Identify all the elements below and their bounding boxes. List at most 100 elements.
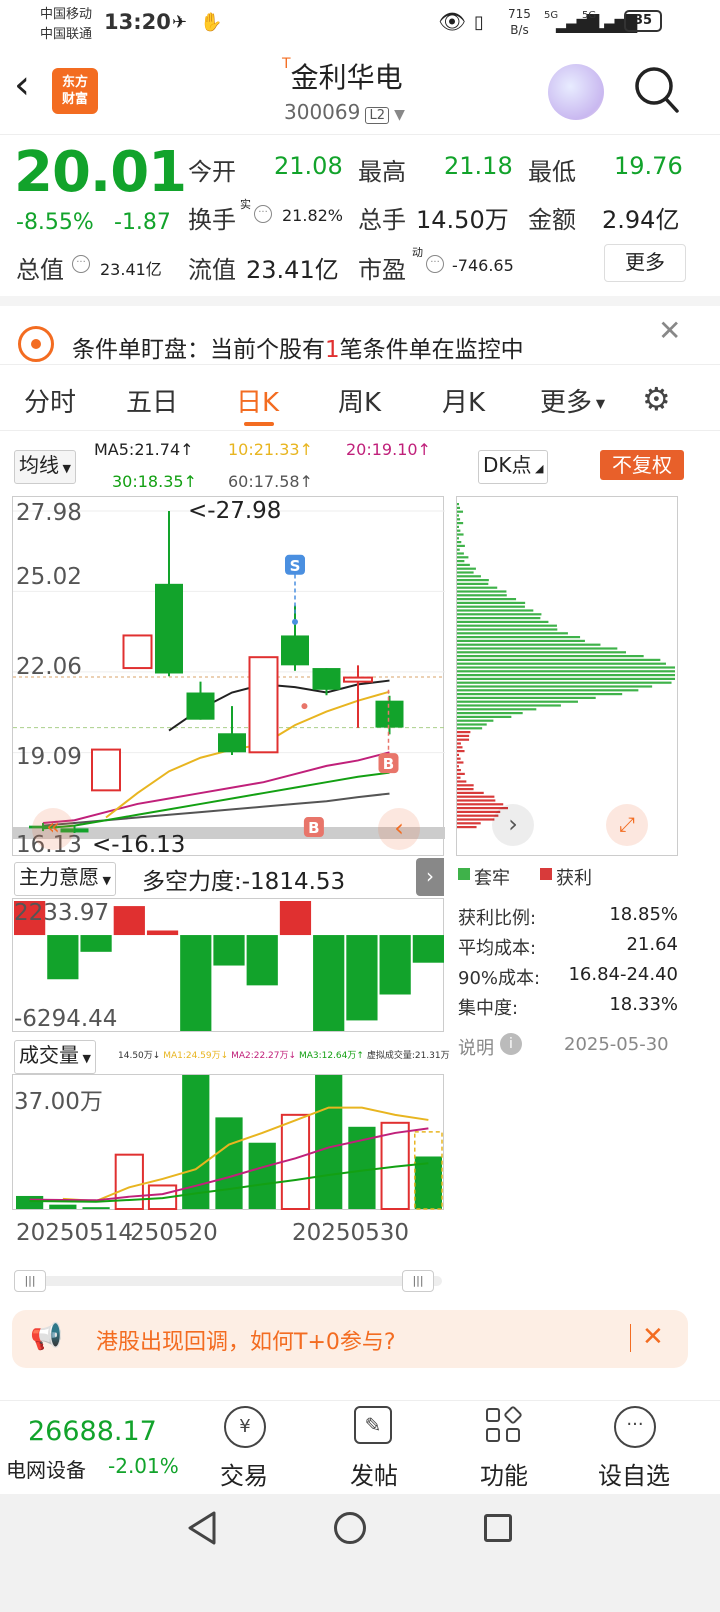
volume-label: 总手 [358, 206, 406, 234]
no-adjust-button[interactable]: 不复权 [600, 450, 684, 480]
expand-icon[interactable]: ⤢ [606, 804, 648, 846]
scroll-left-icon[interactable]: « [32, 808, 74, 850]
profit-ratio-label: 获利比例: [458, 908, 537, 929]
chip-bar [457, 571, 474, 574]
trade-marker-label: B [383, 755, 394, 773]
main-force-bar [213, 935, 245, 966]
post-icon[interactable]: ✎ [354, 1406, 392, 1444]
ma20-label: 20:19.10↑ [346, 440, 431, 459]
tab-monthly-k[interactable]: 月K [442, 382, 485, 419]
trade-icon[interactable]: ¥ [224, 1406, 266, 1448]
ad-divider [630, 1324, 631, 1352]
turnover-value: 21.82% [282, 206, 344, 225]
chip-bar [457, 609, 534, 612]
x-tick-2: 250520 [130, 1220, 218, 1246]
monitor-icon-dot [31, 339, 41, 349]
nav-home-icon[interactable] [334, 1512, 366, 1544]
volume-select[interactable]: 成交量 ▼ [14, 1040, 96, 1074]
search-icon[interactable] [632, 64, 680, 118]
range-handle-right[interactable]: ||| [402, 1270, 434, 1292]
indicator-select[interactable]: 主力意愿 ▼ [14, 862, 116, 896]
note-label[interactable]: 说明 [458, 1034, 494, 1060]
profit-ratio-value: 18.85% [609, 904, 678, 925]
more-button[interactable]: 更多 [604, 244, 686, 282]
chip-bar [457, 647, 618, 650]
ad-text[interactable]: 港股出现回调，如何T+0参与? [96, 1324, 396, 1356]
amount-value: 2.94亿 [602, 206, 680, 234]
chip-bar [457, 727, 483, 730]
info-icon[interactable]: i [500, 1033, 522, 1055]
ad-close-icon[interactable]: ✕ [642, 1322, 664, 1352]
chip-bar [457, 708, 537, 711]
main-force-bar [146, 930, 179, 936]
info-icon[interactable]: ··· [254, 205, 272, 223]
chevron-left-icon[interactable]: ‹ [378, 808, 420, 850]
volume-bar [49, 1204, 77, 1209]
volume-bar [315, 1075, 343, 1209]
mf-y-min: -6294.44 [14, 1006, 118, 1032]
range-handle-left[interactable]: ||| [14, 1270, 46, 1292]
nav-recents-icon[interactable] [484, 1514, 512, 1542]
legend-profit-swatch [540, 868, 552, 880]
tab-more[interactable]: 更多 ▼ [540, 382, 605, 419]
info-icon[interactable]: ··· [72, 255, 90, 273]
ma-select[interactable]: 均线 ▼ [14, 450, 76, 484]
chip-bar [457, 746, 463, 749]
chip-bar [457, 666, 675, 669]
stock-title[interactable]: T金利华电 [282, 56, 403, 96]
tab-daily-k[interactable]: 日K [236, 382, 279, 419]
condition-banner[interactable]: 条件单盯盘：当前个股有1笔条件单在监控中 [72, 330, 524, 364]
index-value[interactable]: 26688.17 [28, 1416, 157, 1447]
chip-bar [457, 639, 585, 642]
chip-bar [457, 598, 517, 601]
watchlist-button[interactable]: 设自选 [584, 1456, 684, 1491]
y-tick-1: 27.98 [16, 500, 82, 526]
trade-button[interactable]: 交易 [204, 1456, 284, 1491]
chip-bar [457, 552, 464, 555]
chevron-right-icon[interactable]: › [492, 804, 534, 846]
dk-select[interactable]: DK点 ◢ [478, 450, 549, 484]
chip-bar [457, 579, 489, 582]
hand-icon: ✋ [200, 12, 223, 33]
functions-icon[interactable] [486, 1405, 523, 1444]
range-slider-track[interactable] [14, 1276, 442, 1286]
trade-marker-label: S [290, 557, 301, 575]
chip-bar [457, 693, 623, 696]
chip-bar [457, 704, 561, 707]
chip-bar [457, 605, 525, 608]
indicator-strength: 多空力度:-1814.53 [142, 869, 346, 895]
low-annotation: <-16.13 [92, 832, 186, 858]
back-button[interactable]: ‹ [14, 62, 30, 108]
chip-bar [457, 765, 459, 768]
volume-bar [16, 1195, 44, 1209]
chip-bar [457, 613, 542, 616]
tab-five-day[interactable]: 五日 [126, 382, 178, 419]
chip-bar [457, 601, 526, 604]
candle-body [122, 634, 153, 670]
chip-bar [457, 563, 470, 566]
tabs-divider [0, 430, 720, 431]
legend-trapped: 套牢 [474, 868, 510, 889]
expand-side-icon[interactable]: › [416, 858, 444, 896]
chip-bar [457, 776, 461, 779]
stock-code-row[interactable]: 300069 L2 ▼ [284, 100, 405, 124]
close-banner-icon[interactable]: ✕ [658, 314, 681, 347]
chip-bar [457, 696, 596, 699]
chip-bar [457, 628, 558, 631]
info-icon[interactable]: ··· [426, 255, 444, 273]
post-button[interactable]: 发帖 [334, 1456, 414, 1491]
robot-avatar[interactable] [548, 64, 604, 120]
tab-weekly-k[interactable]: 周K [338, 382, 381, 419]
watchlist-icon[interactable]: ··· [614, 1406, 656, 1448]
functions-button[interactable]: 功能 [464, 1456, 544, 1491]
settings-gear-icon[interactable]: ⚙ [642, 380, 671, 418]
index-name[interactable]: 电网设备 [6, 1454, 86, 1483]
nav-back-icon[interactable] [186, 1510, 218, 1550]
open-label: 今开 [188, 158, 236, 186]
trade-marker-label: B [308, 819, 319, 837]
chip-bar [457, 723, 487, 726]
chip-bar [457, 632, 568, 635]
tab-intraday[interactable]: 分时 [24, 382, 76, 419]
dropdown-icon: ▼ [394, 107, 405, 123]
carrier-1: 中国移动 [40, 7, 93, 22]
